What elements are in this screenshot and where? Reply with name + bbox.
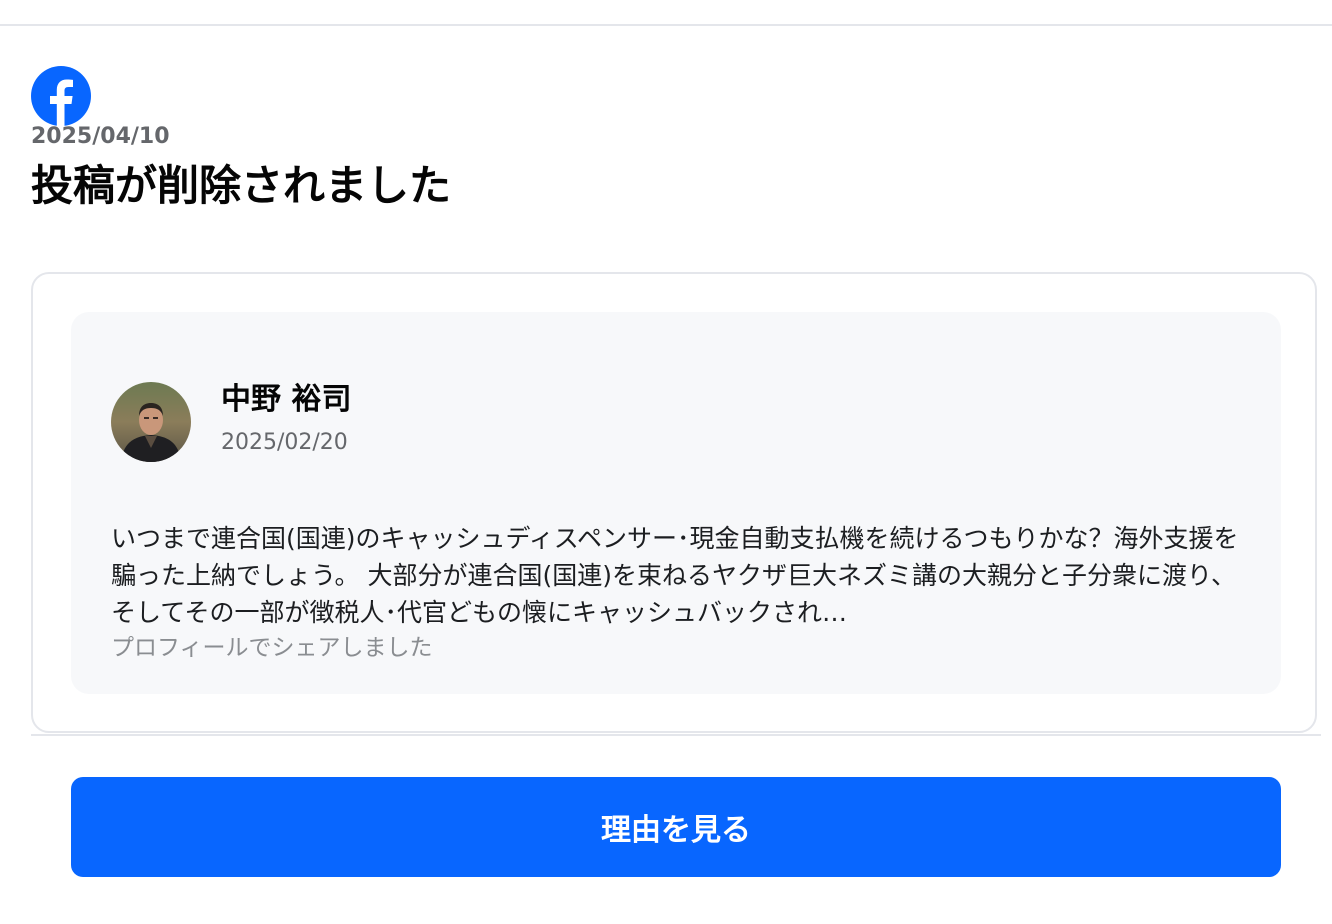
post-preview[interactable]: 中野 裕司 2025/02/20 いつまで連合国(国連)のキャッシュディスペンサ… [71,312,1281,694]
author-name[interactable]: 中野 裕司 [221,380,351,420]
page-title: 投稿が削除されました [31,161,452,210]
post-date[interactable]: 2025/02/20 [221,428,348,458]
post-text: いつまで連合国(国連)のキャッシュディスペンサー･現金自動支払機を続けるつもりか… [111,524,1239,627]
avatar[interactable] [111,382,191,462]
notice-date: 2025/04/10 [31,124,170,149]
top-divider [0,24,1332,26]
share-note: プロフィールでシェアしました [111,635,433,661]
view-reason-button[interactable]: 理由を見る [71,777,1281,877]
removed-post-card: 中野 裕司 2025/02/20 いつまで連合国(国連)のキャッシュディスペンサ… [31,272,1317,733]
bottom-divider [31,734,1321,736]
profile-photo [111,382,191,462]
notice-header: 2025/04/10 投稿が削除されました [31,66,1311,210]
facebook-logo-icon [31,66,91,126]
